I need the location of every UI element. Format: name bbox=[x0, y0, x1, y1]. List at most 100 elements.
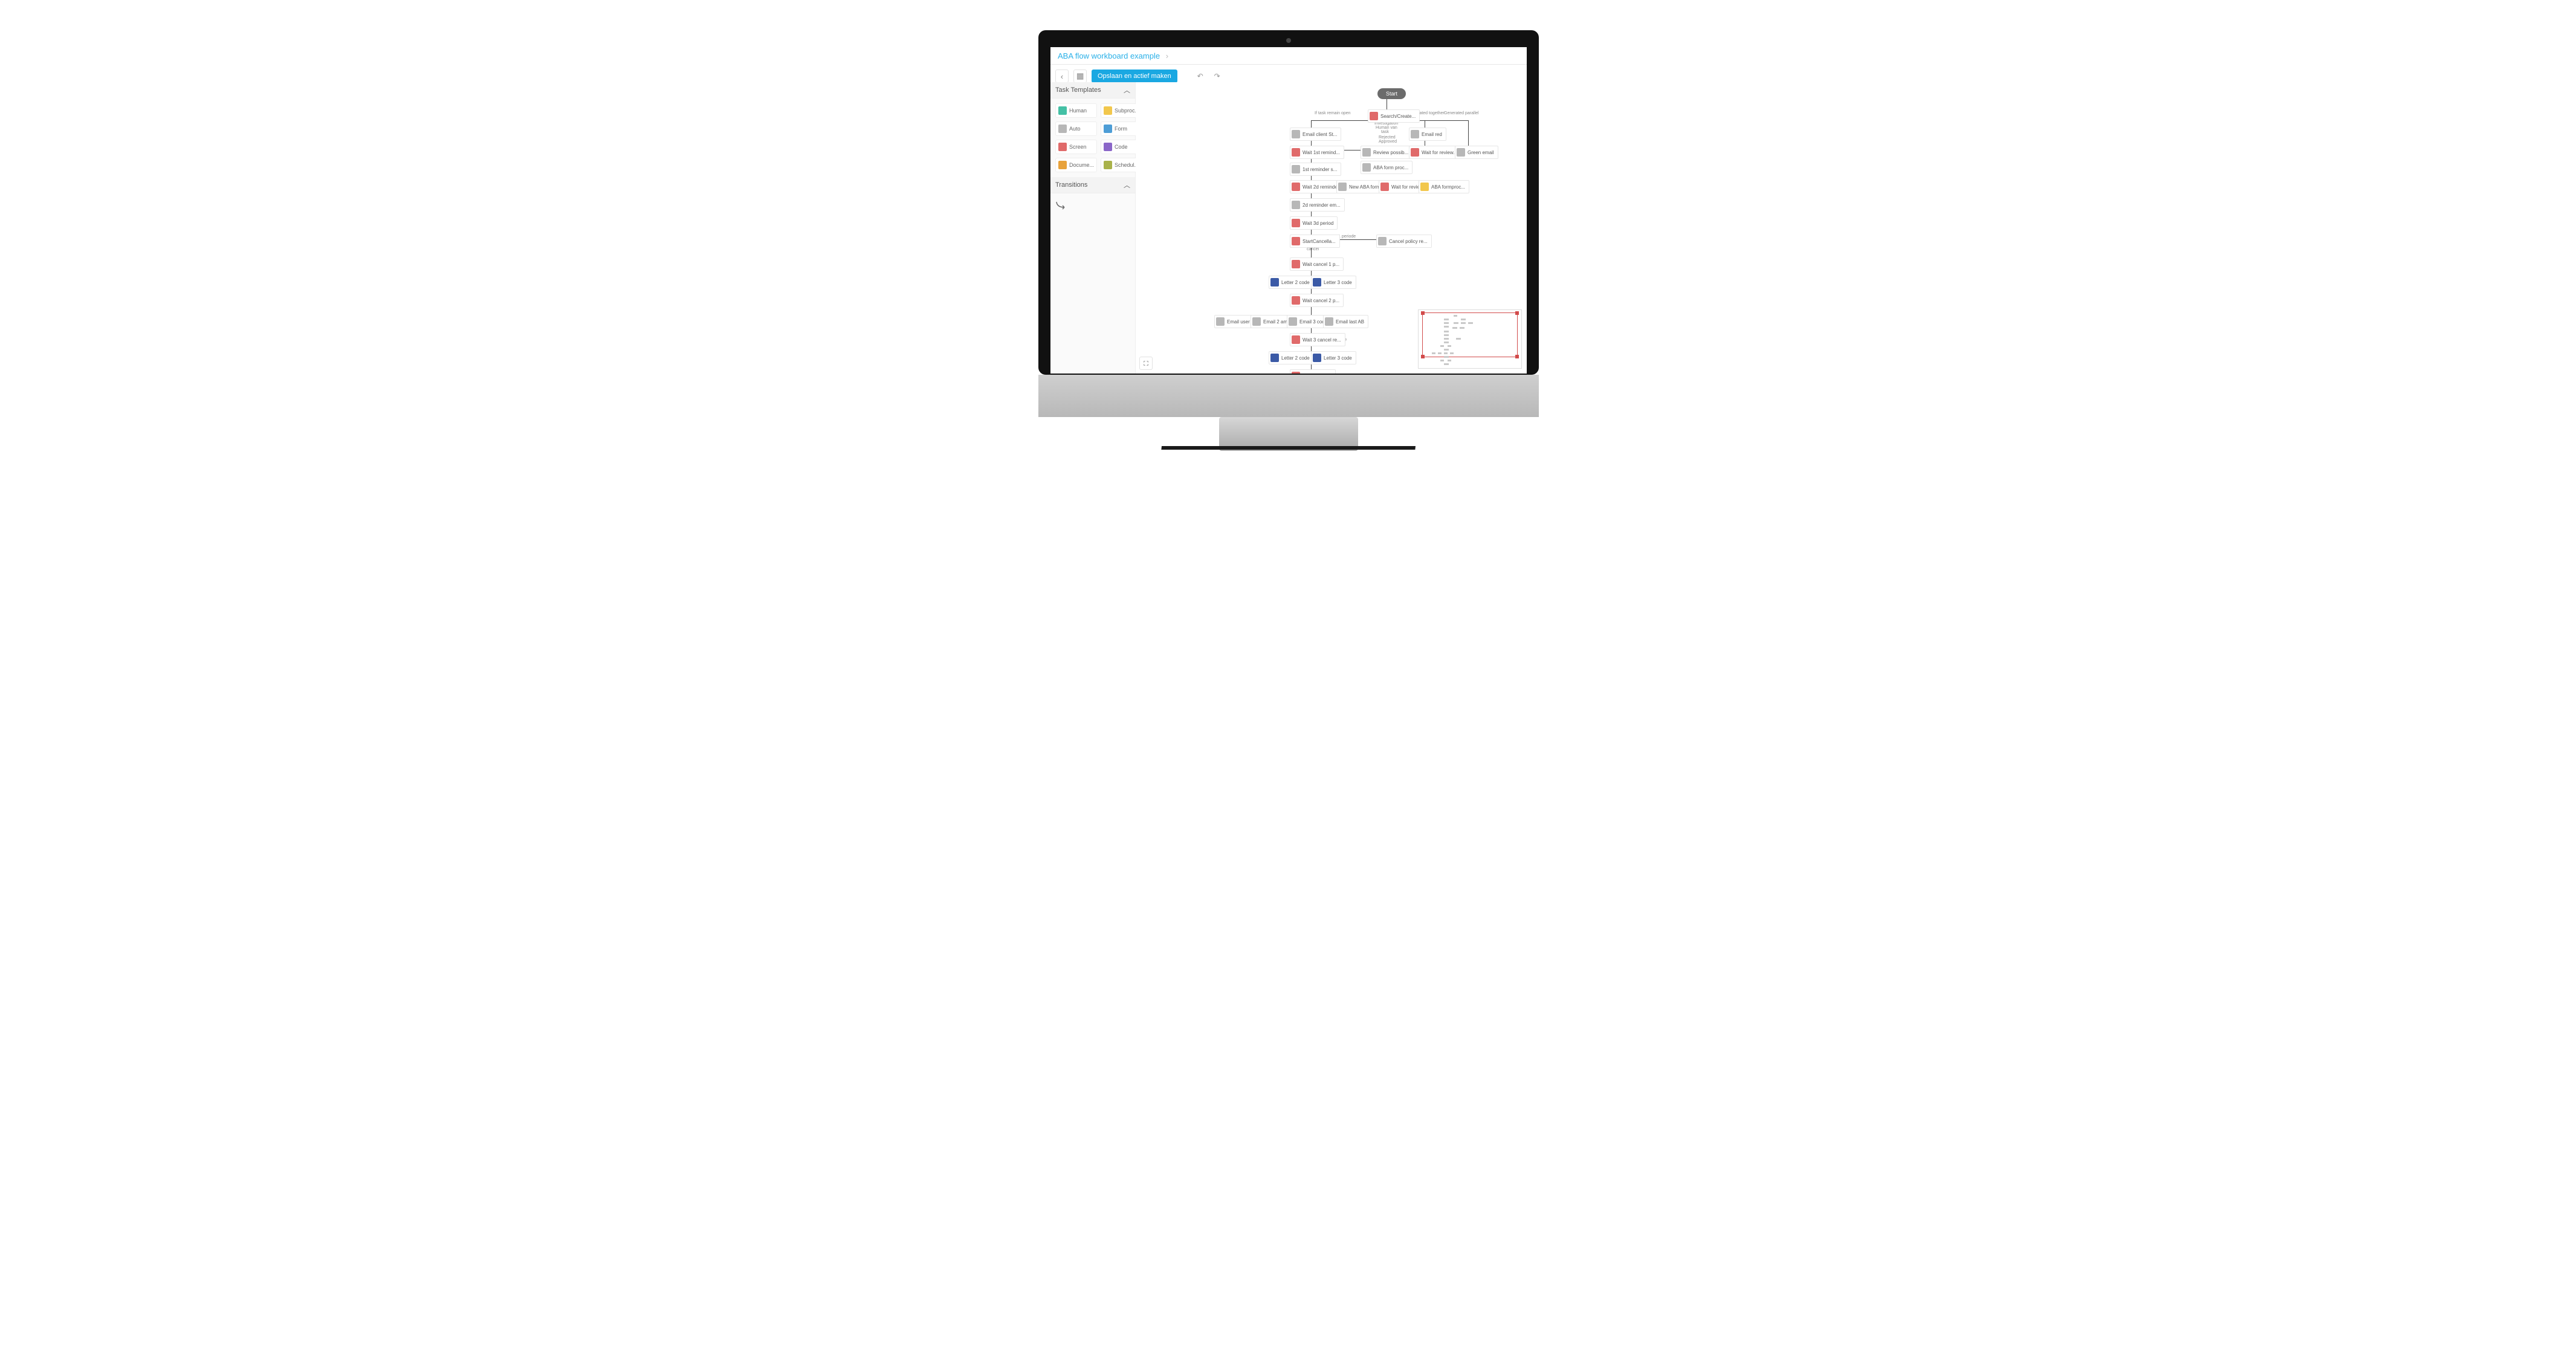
node-type-icon bbox=[1292, 148, 1300, 157]
grid-icon: ▦ bbox=[1076, 71, 1084, 81]
caption: If task remain open bbox=[1315, 111, 1351, 115]
node-label: Wait cancel 1 p... bbox=[1303, 262, 1339, 267]
sidebar: Task Templates ︿ Human Subproc... Auto F… bbox=[1050, 82, 1136, 374]
node-type-icon bbox=[1270, 354, 1279, 362]
back-button[interactable]: ‹ bbox=[1055, 70, 1069, 83]
flow-node-reviewPoss[interactable]: Review possib... bbox=[1361, 146, 1413, 159]
undo-icon: ↶ bbox=[1197, 72, 1203, 80]
node-type-icon bbox=[1338, 183, 1347, 191]
caption: Human van bbox=[1376, 126, 1397, 130]
flow-node-rem2s[interactable]: 2d reminder em... bbox=[1290, 198, 1345, 212]
node-type-icon bbox=[1292, 130, 1300, 138]
node-type-icon bbox=[1362, 163, 1371, 172]
node-type-icon bbox=[1411, 130, 1419, 138]
node-type-icon bbox=[1292, 165, 1300, 173]
flow-node-rem1s[interactable]: 1st reminder s... bbox=[1290, 163, 1341, 176]
flow-node-waitC3[interactable]: Wait 3 cancel re... bbox=[1290, 333, 1345, 346]
templates-header[interactable]: Task Templates ︿ bbox=[1050, 82, 1135, 99]
flow-node-l2a[interactable]: Letter 2 code bbox=[1269, 276, 1314, 289]
redo-button[interactable]: ↷ bbox=[1211, 70, 1223, 82]
templates-grid: Human Subproc... Auto Form Screen Code D… bbox=[1050, 99, 1135, 177]
node-label: StartCancella... bbox=[1303, 239, 1336, 244]
node-type-icon bbox=[1313, 278, 1321, 286]
templates-title: Task Templates bbox=[1055, 86, 1101, 94]
node-type-icon bbox=[1457, 148, 1465, 157]
flow-canvas[interactable]: Start If task remain open Investigation … bbox=[1136, 82, 1527, 374]
caption: task bbox=[1381, 130, 1389, 134]
flow-node-emailLastAB[interactable]: Email last AB bbox=[1323, 315, 1368, 328]
transitions-header[interactable]: Transitions ︿ bbox=[1050, 177, 1135, 193]
flow-node-l3b[interactable]: Letter 3 code bbox=[1311, 351, 1356, 364]
grid-toggle-button[interactable]: ▦ bbox=[1073, 70, 1087, 83]
flow-node-abaFormProc[interactable]: ABA form proc... bbox=[1361, 161, 1413, 174]
breadcrumb-title[interactable]: ABA flow workboard example bbox=[1058, 51, 1160, 60]
screen: ABA flow workboard example › ‹ ▦ Opslaan… bbox=[1050, 47, 1527, 374]
flow-node-waitC1[interactable]: Wait cancel 1 p... bbox=[1290, 257, 1344, 271]
node-type-icon bbox=[1292, 372, 1300, 374]
flow-node-searchCreate[interactable]: Search/Create... bbox=[1368, 109, 1420, 123]
scheduler-icon bbox=[1104, 161, 1112, 169]
flow-node-l3a[interactable]: Letter 3 code bbox=[1311, 276, 1356, 289]
node-type-icon bbox=[1313, 354, 1321, 362]
node-type-icon bbox=[1325, 317, 1333, 326]
app-root: ABA flow workboard example › ‹ ▦ Opslaan… bbox=[1050, 47, 1527, 374]
screen-icon bbox=[1058, 143, 1067, 151]
monitor-chin bbox=[1038, 375, 1539, 417]
node-label: Wait 3 cancel re... bbox=[1303, 337, 1341, 343]
node-label: Wait 1st remind... bbox=[1303, 150, 1340, 155]
fullscreen-button[interactable] bbox=[1139, 357, 1153, 370]
node-type-icon bbox=[1292, 183, 1300, 191]
node-label: Email red bbox=[1422, 132, 1442, 137]
node-label: Wait for review... bbox=[1422, 150, 1457, 155]
chevron-up-icon: ︿ bbox=[1124, 180, 1130, 190]
flow-node-emailClient[interactable]: Email client St... bbox=[1290, 128, 1341, 141]
human-icon bbox=[1058, 106, 1067, 115]
flow-node-wait2[interactable]: Wait 2d reminder bbox=[1290, 180, 1344, 193]
node-type-icon bbox=[1270, 278, 1279, 286]
template-screen[interactable]: Screen bbox=[1055, 140, 1097, 154]
flow-node-l2b[interactable]: Letter 2 code bbox=[1269, 351, 1314, 364]
save-activate-button[interactable]: Opslaan en actief maken bbox=[1092, 70, 1177, 83]
flow-node-cancelPolicy[interactable]: Cancel policy re... bbox=[1376, 235, 1432, 248]
template-auto[interactable]: Auto bbox=[1055, 121, 1097, 136]
node-type-icon bbox=[1380, 183, 1389, 191]
node-type-icon bbox=[1252, 317, 1261, 326]
flow-node-waitReview[interactable]: Wait for review... bbox=[1409, 146, 1461, 159]
transitions-panel bbox=[1050, 193, 1135, 216]
flow-node-startCancel[interactable]: StartCancella... bbox=[1290, 235, 1340, 248]
node-type-icon bbox=[1292, 335, 1300, 344]
flow-node-wait3[interactable]: Wait 3d period bbox=[1290, 216, 1338, 230]
chevron-left-icon: ‹ bbox=[1061, 72, 1063, 81]
node-type-icon bbox=[1362, 148, 1371, 157]
monitor-bezel: ABA flow workboard example › ‹ ▦ Opslaan… bbox=[1038, 30, 1539, 375]
minimap[interactable] bbox=[1418, 309, 1522, 369]
flow-node-waitC2[interactable]: Wait cancel 2 p... bbox=[1290, 294, 1344, 307]
node-type-icon bbox=[1411, 148, 1419, 157]
transition-arrow-tool[interactable] bbox=[1055, 198, 1069, 212]
flow-node-newAba[interactable]: New ABA form bbox=[1336, 180, 1385, 193]
flow-node-emailRed[interactable]: Email red bbox=[1409, 128, 1446, 141]
node-type-icon bbox=[1420, 183, 1429, 191]
node-label: Email user bbox=[1227, 319, 1250, 325]
flow-node-abaSubproc[interactable]: ABA formproc... bbox=[1419, 180, 1469, 193]
flow-node-wait4[interactable]: Wait 4 cancel bbox=[1290, 369, 1336, 374]
flow-node-greenEmail[interactable]: Green email bbox=[1455, 146, 1498, 159]
caption: cancel bbox=[1307, 247, 1319, 251]
node-label: Review possib... bbox=[1373, 150, 1408, 155]
flow-node-emailUser[interactable]: Email user bbox=[1214, 315, 1254, 328]
flow-node-wait1[interactable]: Wait 1st remind... bbox=[1290, 146, 1344, 159]
node-label: Email client St... bbox=[1303, 132, 1337, 137]
node-type-icon bbox=[1289, 317, 1297, 326]
template-document[interactable]: Docume... bbox=[1055, 158, 1097, 172]
titlebar: ABA flow workboard example › bbox=[1050, 47, 1527, 65]
undo-button[interactable]: ↶ bbox=[1194, 70, 1206, 82]
template-human[interactable]: Human bbox=[1055, 103, 1097, 118]
minimap-viewport[interactable] bbox=[1422, 312, 1518, 357]
start-node[interactable]: Start bbox=[1377, 88, 1406, 99]
node-label: 1st reminder s... bbox=[1303, 167, 1337, 172]
node-type-icon bbox=[1370, 112, 1378, 120]
node-label: Green email bbox=[1468, 150, 1494, 155]
camera-dot bbox=[1286, 38, 1291, 43]
node-label: Search/Create... bbox=[1380, 114, 1416, 119]
breadcrumb[interactable]: ABA flow workboard example › bbox=[1058, 51, 1168, 60]
